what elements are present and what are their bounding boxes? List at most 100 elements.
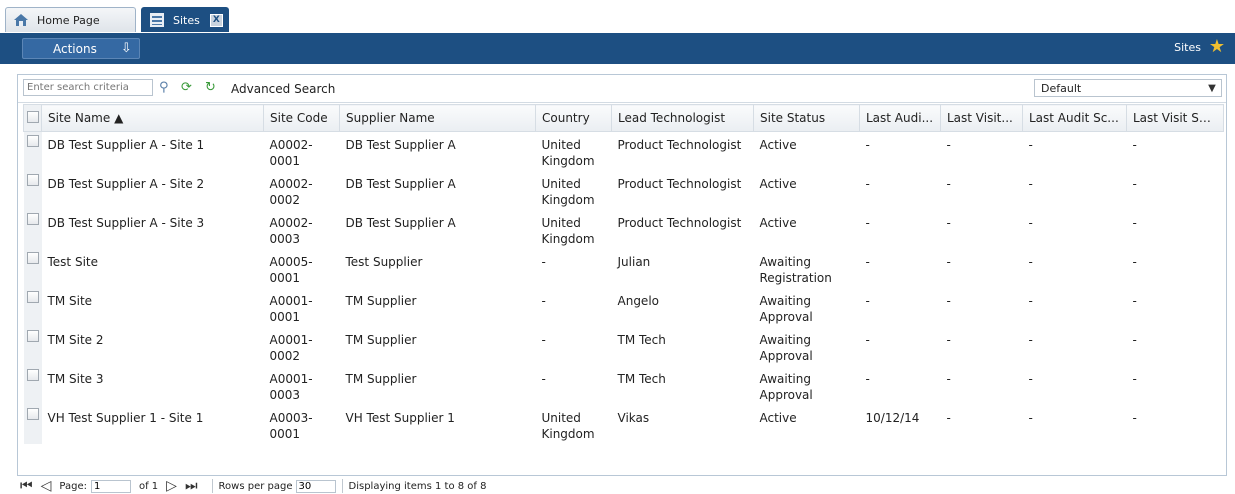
row-checkbox[interactable] bbox=[23, 326, 42, 366]
table-cell: A0002-0003 bbox=[269, 215, 313, 246]
row-checkbox[interactable] bbox=[23, 365, 42, 405]
rows-per-page-input[interactable] bbox=[295, 479, 336, 493]
page-title: Sites bbox=[1174, 41, 1201, 54]
table-cell: - bbox=[541, 371, 546, 386]
search-icon[interactable]: ⚲ bbox=[159, 80, 169, 95]
table-cell: Awaiting Approval bbox=[759, 332, 813, 363]
table-cell: - bbox=[541, 293, 546, 308]
table-row[interactable]: VH Test Supplier 1 - Site 1 A0003-0001 VH … bbox=[23, 404, 1224, 444]
table-cell: Vikas bbox=[617, 410, 650, 425]
next-page-icon[interactable]: ▷ bbox=[166, 478, 177, 494]
table-cell: Awaiting Approval bbox=[759, 371, 813, 402]
view-select-value: Default bbox=[1041, 81, 1082, 95]
column-header[interactable]: Country bbox=[535, 104, 612, 132]
star-icon[interactable]: ★ bbox=[1209, 38, 1225, 56]
row-checkbox[interactable] bbox=[23, 131, 42, 171]
last-page-icon[interactable]: ⏭ bbox=[185, 478, 198, 494]
row-checkbox[interactable] bbox=[23, 209, 42, 249]
actions-button[interactable]: Actions ⇩ bbox=[22, 38, 140, 59]
tab-label: Sites bbox=[173, 13, 200, 27]
reset-icon[interactable]: ↻ bbox=[205, 80, 216, 95]
column-header[interactable]: Site Status bbox=[753, 104, 860, 132]
table-cell: Product Technologist bbox=[617, 215, 742, 230]
toolbar: Actions ⇩ bbox=[0, 33, 1235, 64]
table-cell: Awaiting Registration bbox=[759, 254, 832, 285]
row-checkbox[interactable] bbox=[23, 287, 42, 327]
table-cell: - bbox=[946, 332, 951, 347]
table-cell: A0001-0002 bbox=[269, 332, 313, 363]
table-cell: - bbox=[1132, 410, 1137, 425]
actions-label: Actions bbox=[53, 41, 97, 56]
table-cell: Active bbox=[759, 176, 797, 191]
table-cell: - bbox=[1028, 371, 1033, 386]
select-all-checkbox[interactable] bbox=[23, 104, 42, 132]
column-header[interactable]: Supplier Name bbox=[339, 104, 536, 132]
table-cell: Angelo bbox=[617, 293, 660, 308]
table-cell: TM Supplier bbox=[345, 332, 417, 347]
column-header[interactable]: Site Code bbox=[263, 104, 340, 132]
table-cell: - bbox=[1132, 293, 1137, 308]
table-cell: - bbox=[865, 332, 870, 347]
divider bbox=[211, 479, 213, 493]
previous-page-icon[interactable]: ◁ bbox=[41, 478, 52, 494]
column-header[interactable]: Last Visit... bbox=[940, 104, 1023, 132]
table-cell: - bbox=[946, 410, 951, 425]
page-label: Page: bbox=[59, 480, 87, 492]
tab-sites[interactable]: Sites X bbox=[141, 7, 229, 32]
row-checkbox[interactable] bbox=[23, 248, 42, 288]
table-row[interactable]: TM Site 3 A0001-0003 TM Supplier - TM Tech Aw… bbox=[23, 365, 1224, 405]
table-cell: DB Test Supplier A - Site 2 bbox=[47, 176, 205, 191]
table-cell: - bbox=[865, 371, 870, 386]
view-select[interactable]: Default ▼ bbox=[1034, 79, 1222, 97]
advanced-search-link[interactable]: Advanced Search bbox=[231, 82, 335, 96]
table-row[interactable]: TM Site A0001-0001 TM Supplier - Angelo Await… bbox=[23, 287, 1224, 327]
table-row[interactable]: TM Site 2 A0001-0002 TM Supplier - TM Tech Aw… bbox=[23, 326, 1224, 366]
column-header[interactable]: Site Name ▲ bbox=[41, 104, 264, 132]
table-cell: - bbox=[541, 254, 546, 269]
table-cell: Active bbox=[759, 138, 797, 152]
tab-home-page[interactable]: Home Page bbox=[5, 7, 136, 32]
column-header[interactable]: Last Audit Sc... bbox=[1022, 104, 1127, 132]
table-cell: - bbox=[1132, 176, 1137, 191]
tab-bar: Home Page Sites X bbox=[0, 0, 1235, 33]
table-cell: Product Technologist bbox=[617, 138, 742, 152]
page-input[interactable] bbox=[90, 479, 131, 493]
table-cell: Test Site bbox=[47, 254, 98, 269]
page-count: of 1 bbox=[138, 480, 159, 492]
table-cell: - bbox=[1028, 215, 1033, 230]
column-header[interactable]: Last Visit Score bbox=[1126, 104, 1224, 132]
column-header[interactable]: Lead Technologist bbox=[611, 104, 754, 132]
search-input[interactable] bbox=[23, 79, 153, 96]
sites-table: Site Name ▲ Site Code Supplier Name Coun… bbox=[23, 104, 1224, 444]
chevron-down-icon: ▼ bbox=[1208, 82, 1216, 94]
pagination-bar: ⏮ ◁ Page: of 1 ▷ ⏭ Rows per page Display… bbox=[17, 478, 1227, 494]
table-row[interactable]: DB Test Supplier A - Site 1 A0002-0001 DB … bbox=[23, 131, 1224, 171]
first-page-icon[interactable]: ⏮ bbox=[20, 478, 33, 494]
table-cell: TM Tech bbox=[617, 332, 666, 347]
refresh-icon[interactable]: ⟳ bbox=[181, 80, 192, 95]
row-checkbox[interactable] bbox=[23, 404, 42, 444]
table-cell: A0001-0001 bbox=[269, 293, 313, 324]
table-cell: - bbox=[946, 176, 951, 191]
table-cell: TM Site bbox=[47, 293, 93, 308]
row-checkbox[interactable] bbox=[23, 170, 42, 210]
home-icon bbox=[13, 12, 29, 28]
table-cell: - bbox=[1028, 138, 1033, 152]
table-cell: - bbox=[541, 332, 546, 347]
table-row[interactable]: DB Test Supplier A - Site 3 A0002-0003 DB … bbox=[23, 209, 1224, 249]
table-cell: - bbox=[946, 138, 951, 152]
column-header[interactable]: Last Audi... bbox=[859, 104, 941, 132]
table-cell: - bbox=[865, 293, 870, 308]
table-row[interactable]: DB Test Supplier A - Site 2 A0002-0002 DB … bbox=[23, 170, 1224, 210]
table-cell: DB Test Supplier A bbox=[345, 215, 456, 230]
table-cell: 10/12/14 bbox=[865, 410, 920, 425]
close-icon[interactable]: X bbox=[209, 13, 223, 27]
table-cell: Active bbox=[759, 215, 797, 230]
table-cell: - bbox=[1028, 176, 1033, 191]
table-cell: United Kingdom bbox=[541, 410, 595, 441]
table-cell: - bbox=[1132, 332, 1137, 347]
table-cell: - bbox=[1028, 254, 1033, 269]
table-row[interactable]: Test Site A0005-0001 Test Supplier - Julian A… bbox=[23, 248, 1224, 288]
table-cell: - bbox=[1132, 215, 1137, 230]
table-cell: A0003-0001 bbox=[269, 410, 313, 441]
